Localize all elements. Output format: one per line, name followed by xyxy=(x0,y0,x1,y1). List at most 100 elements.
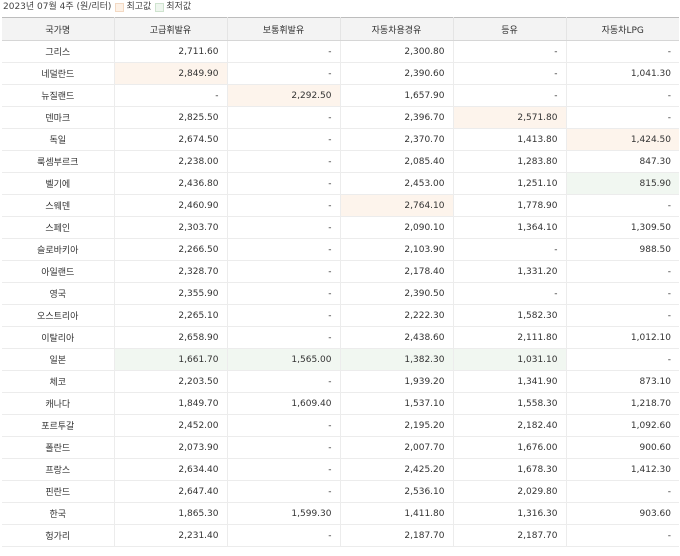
lowest-value-swatch xyxy=(155,2,165,12)
table-header-row: 국가명 고급휘발유 보통휘발유 자동차용경유 등유 자동차LPG xyxy=(2,17,679,41)
price-cell: 2,674.50 xyxy=(113,128,227,151)
country-cell: 한국 xyxy=(2,502,114,525)
column-header-kerosene: 등유 xyxy=(452,17,566,41)
price-cell: - xyxy=(565,524,679,547)
price-cell: - xyxy=(226,436,340,459)
price-cell: 2,634.40 xyxy=(113,458,227,481)
price-cell: 1,657.90 xyxy=(339,84,453,107)
price-cell: 2,111.80 xyxy=(452,326,566,349)
price-cell: - xyxy=(226,370,340,393)
price-cell: 2,849.90 xyxy=(113,62,227,85)
price-cell: - xyxy=(226,106,340,129)
price-cell: 2,238.00 xyxy=(113,150,227,173)
price-cell: 1,331.20 xyxy=(452,260,566,283)
price-cell: 1,537.10 xyxy=(339,392,453,415)
price-cell: 1,309.50 xyxy=(565,216,679,239)
country-cell: 이탈리아 xyxy=(2,326,114,349)
table-row: 그리스 2,711.60-2,300.80- - xyxy=(2,40,679,63)
table-row: 캐나다 1,849.70 1,609.40 1,537.10 1,558.30 1,218… xyxy=(2,392,679,415)
price-cell: - xyxy=(565,106,679,129)
country-cell: 스웨덴 xyxy=(2,194,114,217)
price-cell: - xyxy=(565,480,679,503)
price-cell: 1,676.00 xyxy=(452,436,566,459)
country-cell: 핀란드 xyxy=(2,480,114,503)
price-cell: 2,764.10 xyxy=(339,194,453,217)
price-cell: - xyxy=(452,282,566,305)
price-cell: 1,661.70 xyxy=(113,348,227,371)
price-cell: - xyxy=(226,194,340,217)
price-cell: 2,292.50 xyxy=(226,84,340,107)
country-cell: 포르투갈 xyxy=(2,414,114,437)
price-cell: 1,341.90 xyxy=(452,370,566,393)
price-cell: - xyxy=(226,128,340,151)
price-cell: 815.90 xyxy=(565,172,679,195)
price-cell: 2,425.20 xyxy=(339,458,453,481)
price-cell: 2,390.60 xyxy=(339,62,453,85)
price-cell: 2,390.50 xyxy=(339,282,453,305)
price-cell: 1,599.30 xyxy=(226,502,340,525)
price-cell: - xyxy=(565,84,679,107)
price-cell: 1,316.30 xyxy=(452,502,566,525)
price-cell: - xyxy=(226,480,340,503)
price-cell: 2,452.00 xyxy=(113,414,227,437)
country-cell: 헝가리 xyxy=(2,524,114,547)
table-row: 영국 2,355.90-2,390.50- - xyxy=(2,282,679,305)
price-cell: 2,222.30 xyxy=(339,304,453,327)
table-row: 스웨덴 2,460.90-2,764.10 1,778.90- xyxy=(2,194,679,217)
table-row: 체코 2,203.50-1,939.20 1,341.90 873.10 xyxy=(2,370,679,393)
table-row: 오스트리아 2,265.10-2,222.30 1,582.30- xyxy=(2,304,679,327)
table-row: 아일랜드 2,328.70-2,178.40 1,331.20- xyxy=(2,260,679,283)
country-cell: 벨기에 xyxy=(2,172,114,195)
legend-highest-label: 최고값 xyxy=(126,2,152,12)
price-cell: 2,571.80 xyxy=(452,106,566,129)
table-row: 덴마크 2,825.50-2,396.70 2,571.80- xyxy=(2,106,679,129)
price-cell: - xyxy=(452,62,566,85)
price-cell: 1,411.80 xyxy=(339,502,453,525)
price-cell: 847.30 xyxy=(565,150,679,173)
price-cell: 1,939.20 xyxy=(339,370,453,393)
table-row: 뉴질랜드 -2,292.50 1,657.90- - xyxy=(2,84,679,107)
price-cell: 1,413.80 xyxy=(452,128,566,151)
price-cell: - xyxy=(226,150,340,173)
table-row: 헝가리 2,231.40-2,187.70 2,187.70- xyxy=(2,524,679,547)
table-row: 일본 1,661.70 1,565.00 1,382.30 1,031.10- xyxy=(2,348,679,371)
price-cell: - xyxy=(452,84,566,107)
table-row: 독일 2,674.50-2,370.70 1,413.80 1,424.50 xyxy=(2,128,679,151)
country-cell: 일본 xyxy=(2,348,114,371)
price-cell: 2,178.40 xyxy=(339,260,453,283)
country-cell: 캐나다 xyxy=(2,392,114,415)
country-cell: 네덜란드 xyxy=(2,62,114,85)
country-cell: 오스트리아 xyxy=(2,304,114,327)
period-label: 2023년 07월 4주 xyxy=(3,2,74,12)
price-cell: - xyxy=(452,238,566,261)
price-cell: 1,382.30 xyxy=(339,348,453,371)
price-cell: 1,565.00 xyxy=(226,348,340,371)
price-cell: 1,412.30 xyxy=(565,458,679,481)
price-cell: 2,396.70 xyxy=(339,106,453,129)
price-cell: - xyxy=(452,40,566,63)
table-row: 스페인 2,303.70-2,090.10 1,364.10 1,309.50 xyxy=(2,216,679,239)
table-row: 이탈리아 2,658.90-2,438.60 2,111.80 1,012.10 xyxy=(2,326,679,349)
price-cell: 2,436.80 xyxy=(113,172,227,195)
price-cell: - xyxy=(226,40,340,63)
column-header-diesel: 자동차용경유 xyxy=(339,17,453,41)
price-cell: 1,865.30 xyxy=(113,502,227,525)
table-row: 벨기에 2,436.80-2,453.00 1,251.10 815.90 xyxy=(2,172,679,195)
price-cell: - xyxy=(565,282,679,305)
highest-value-swatch xyxy=(115,2,125,12)
price-cell: 988.50 xyxy=(565,238,679,261)
table-row: 슬로바키아 2,266.50-2,103.90-988.50 xyxy=(2,238,679,261)
price-cell: - xyxy=(226,238,340,261)
country-cell: 체코 xyxy=(2,370,114,393)
price-cell: - xyxy=(565,40,679,63)
country-cell: 영국 xyxy=(2,282,114,305)
price-cell: - xyxy=(565,304,679,327)
price-cell: 2,073.90 xyxy=(113,436,227,459)
price-cell: - xyxy=(565,194,679,217)
price-cell: 1,283.80 xyxy=(452,150,566,173)
table-body: 그리스 2,711.60-2,300.80- - 네덜란드 2,849.90-2,390… xyxy=(2,40,679,547)
price-cell: 1,558.30 xyxy=(452,392,566,415)
price-cell: - xyxy=(113,84,227,107)
price-cell: 2,536.10 xyxy=(339,480,453,503)
country-cell: 아일랜드 xyxy=(2,260,114,283)
